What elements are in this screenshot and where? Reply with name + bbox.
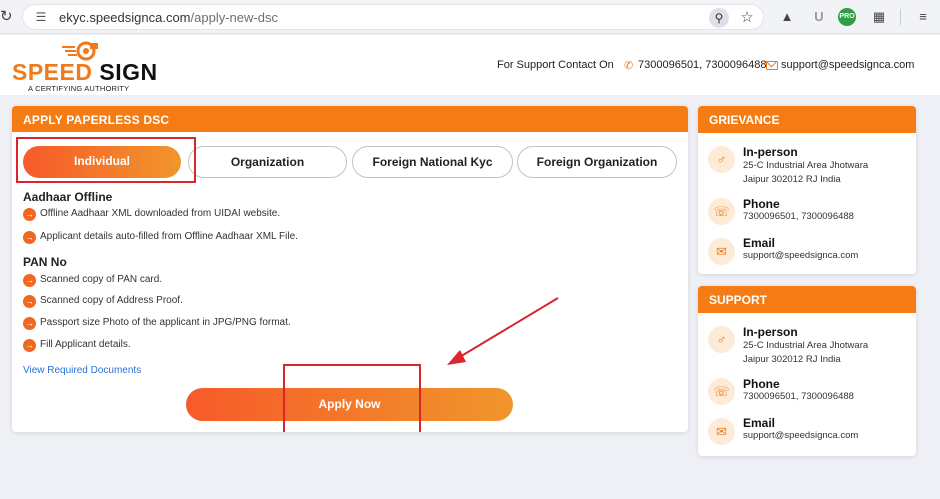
extensions-puzzle-icon[interactable]: ▦ — [870, 8, 888, 26]
phone-icon: ✆ — [624, 60, 634, 72]
address-line2: Jaipur 302012 RJ India — [743, 354, 841, 365]
address-line1: 25-C Industrial Area Jhotwara — [743, 340, 869, 351]
list-item-text: Passport size Photo of the applicant in … — [40, 317, 291, 328]
grievance-title: GRIEVANCE — [698, 106, 916, 133]
highlight-box-individual — [16, 137, 196, 183]
phone-value[interactable]: 7300096501, 7300096488 — [743, 210, 854, 224]
tab-foreign-organization[interactable]: Foreign Organization — [517, 146, 677, 178]
extension-pro-icon[interactable]: PRO — [838, 8, 856, 26]
list-item-text: Applicant details auto-filled from Offli… — [40, 231, 298, 242]
section-title-aadhaar: Aadhaar Offline — [23, 190, 113, 204]
extension-u-icon[interactable]: U — [810, 8, 828, 26]
headphones-icon: ☏ — [708, 198, 735, 225]
card-title: APPLY PAPERLESS DSC — [12, 106, 688, 132]
arrow-right-icon: → — [23, 274, 36, 287]
email-value[interactable]: support@speedsignca.com — [743, 429, 858, 443]
header-phone[interactable]: 7300096501, 7300096488 — [638, 59, 766, 71]
site-settings-icon[interactable]: ☰ — [33, 9, 49, 25]
logo-speed: SPEED — [12, 59, 93, 85]
grievance-card: GRIEVANCE ♂ In-person 25-C Industrial Ar… — [698, 106, 916, 274]
arrow-right-icon: → — [23, 208, 36, 221]
phone-label: Phone — [743, 377, 780, 391]
highlight-box-apply — [283, 364, 421, 432]
phone-value[interactable]: 7300096501, 7300096488 — [743, 390, 854, 404]
header-email[interactable]: support@speedsignca.com — [781, 59, 914, 71]
logo-mark-icon — [62, 41, 98, 61]
apply-paperless-dsc-card: APPLY PAPERLESS DSC Individual Organizat… — [12, 106, 688, 432]
list-item-text: Scanned copy of Address Proof. — [40, 295, 183, 306]
tab-organization[interactable]: Organization — [188, 146, 347, 178]
location-icon: ♂ — [708, 146, 735, 173]
arrow-right-icon: → — [23, 339, 36, 352]
email-label: Email — [743, 416, 776, 430]
tab-foreign-national-kyc[interactable]: Foreign National Kyc — [352, 146, 513, 178]
logo-sign: SIGN — [99, 59, 158, 85]
location-icon: ♂ — [708, 326, 735, 353]
email-value[interactable]: support@speedsignca.com — [743, 249, 858, 263]
mail-icon — [766, 61, 778, 70]
address-bar[interactable]: ☰ ekyc.speedsignca.com/apply-new-dsc ⚲ ☆ — [22, 4, 764, 30]
url-host: ekyc.speedsignca.com — [59, 10, 191, 25]
support-card: SUPPORT ♂ In-person 25-C Industrial Area… — [698, 286, 916, 456]
email-icon: ✉ — [708, 418, 735, 445]
logo-tagline: A CERTIFYING AUTHORITY — [28, 84, 130, 93]
inperson-label: In-person — [743, 325, 798, 339]
section-title-pan: PAN No — [23, 255, 67, 269]
phone-label: Phone — [743, 197, 780, 211]
reload-icon[interactable]: ↻ — [0, 7, 14, 27]
bookmark-star-icon[interactable]: ☆ — [737, 8, 757, 28]
arrow-right-icon: → — [23, 317, 36, 330]
support-title: SUPPORT — [698, 286, 916, 313]
address-line1: 25-C Industrial Area Jhotwara — [743, 160, 869, 171]
url-text: ekyc.speedsignca.com/apply-new-dsc — [59, 10, 278, 25]
url-path: /apply-new-dsc — [190, 10, 278, 25]
list-item-text: Scanned copy of PAN card. — [40, 274, 163, 285]
toolbar-divider — [900, 9, 901, 25]
arrow-right-icon: → — [23, 231, 36, 244]
inperson-label: In-person — [743, 145, 798, 159]
reading-list-icon[interactable]: ≡ — [914, 8, 932, 26]
arrow-right-icon: → — [23, 295, 36, 308]
email-label: Email — [743, 236, 776, 250]
support-contact-label: For Support Contact On — [497, 59, 614, 71]
logo-title: SPEED SIGN — [12, 59, 158, 86]
list-item-text: Offline Aadhaar XML downloaded from UIDA… — [40, 208, 281, 219]
list-item-text: Fill Applicant details. — [40, 339, 131, 350]
view-required-documents-link[interactable]: View Required Documents — [23, 365, 141, 376]
speed-sign-logo[interactable]: SPEED SIGN A CERTIFYING AUTHORITY — [12, 41, 157, 93]
address-line2: Jaipur 302012 RJ India — [743, 174, 841, 185]
site-header: SPEED SIGN A CERTIFYING AUTHORITY For Su… — [0, 35, 940, 95]
email-icon: ✉ — [708, 238, 735, 265]
zoom-icon[interactable]: ⚲ — [709, 8, 729, 28]
extension-icon[interactable]: ▲ — [778, 8, 796, 26]
headphones-icon: ☏ — [708, 378, 735, 405]
browser-toolbar: ↻ ☰ ekyc.speedsignca.com/apply-new-dsc ⚲… — [0, 0, 940, 34]
